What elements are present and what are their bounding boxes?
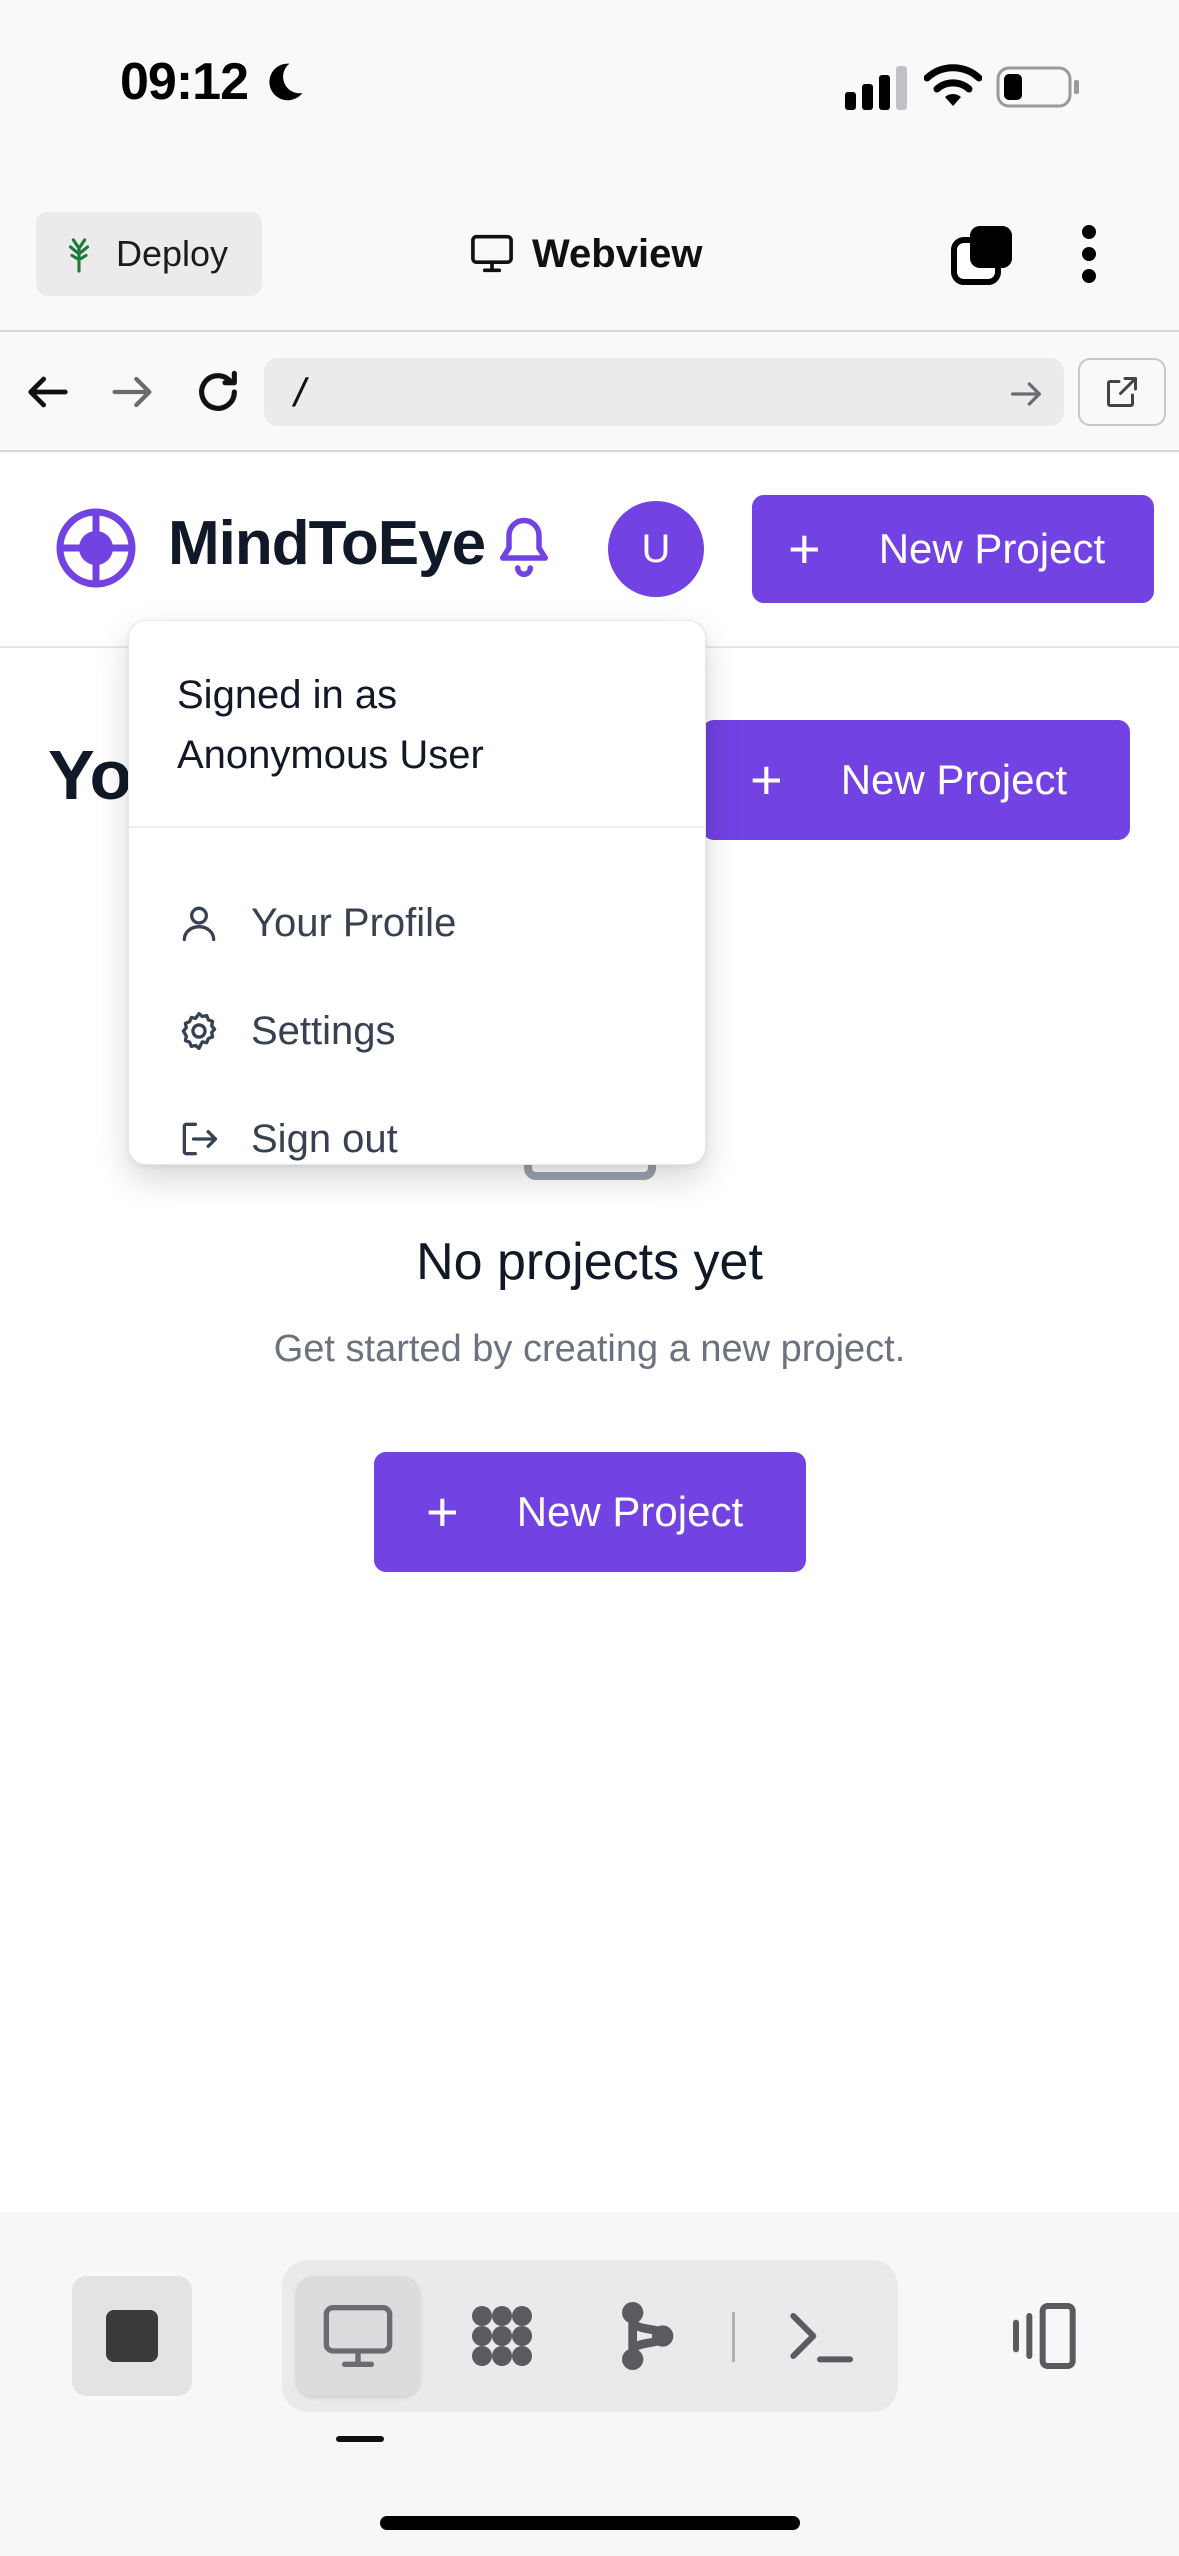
external-link-icon bbox=[1107, 377, 1137, 407]
brand-name[interactable]: MindToEye bbox=[168, 508, 486, 579]
user-dropdown-menu: Signed in as Anonymous User Your Profile… bbox=[128, 620, 706, 1165]
menu-item-sign-out[interactable]: Sign out bbox=[177, 1101, 398, 1177]
tabs-icon[interactable] bbox=[950, 222, 1016, 286]
git-branch-icon[interactable] bbox=[606, 2296, 686, 2376]
device-layout-icon[interactable] bbox=[1006, 2296, 1086, 2376]
shell-icon[interactable] bbox=[780, 2296, 860, 2376]
page-title: Yo bbox=[48, 736, 133, 814]
stop-icon bbox=[106, 2310, 158, 2362]
open-external-button[interactable] bbox=[1078, 358, 1166, 426]
back-arrow-icon[interactable] bbox=[22, 366, 74, 418]
content-new-project-button[interactable]: + New Project bbox=[702, 720, 1130, 840]
more-vertical-icon[interactable] bbox=[1075, 222, 1103, 286]
menu-item-settings[interactable]: Settings bbox=[177, 993, 396, 1069]
plus-icon: + bbox=[750, 748, 783, 811]
empty-state-subtitle: Get started by creating a new project. bbox=[273, 1328, 906, 1370]
reload-icon[interactable] bbox=[190, 364, 246, 420]
battery-icon bbox=[996, 66, 1079, 108]
webview-title: Webview bbox=[470, 226, 702, 282]
menu-item-label: Sign out bbox=[251, 1116, 398, 1161]
plus-icon: + bbox=[788, 517, 821, 580]
menu-item-label: Settings bbox=[251, 1008, 396, 1053]
deploy-button[interactable]: Deploy bbox=[36, 212, 262, 296]
forward-arrow-icon[interactable] bbox=[106, 366, 158, 418]
webview-title-label: Webview bbox=[532, 231, 703, 276]
plus-icon: + bbox=[426, 1480, 459, 1543]
empty-state-title: No projects yet bbox=[416, 1233, 763, 1291]
tool-webview-button[interactable] bbox=[296, 2276, 420, 2396]
new-project-label: New Project bbox=[878, 525, 1106, 572]
active-tab-indicator bbox=[336, 2436, 384, 2442]
sign-out-icon bbox=[182, 1122, 218, 1156]
menu-item-label: Your Profile bbox=[251, 900, 457, 945]
toolbar-separator bbox=[732, 2312, 735, 2362]
monitor-icon bbox=[323, 2305, 393, 2367]
logo-crosshair-icon[interactable] bbox=[54, 506, 138, 590]
signed-in-label: Signed in as bbox=[177, 673, 398, 717]
home-indicator bbox=[380, 2516, 800, 2530]
menu-item-your-profile[interactable]: Your Profile bbox=[177, 885, 456, 961]
notification-bell-icon[interactable] bbox=[494, 512, 554, 584]
url-go-arrow-icon[interactable] bbox=[1006, 374, 1046, 414]
status-time: 09:12 bbox=[120, 53, 249, 111]
user-avatar[interactable]: U bbox=[608, 501, 704, 597]
new-project-label: New Project bbox=[516, 1488, 744, 1535]
url-input[interactable]: / bbox=[264, 358, 1064, 426]
deploy-label: Deploy bbox=[116, 233, 229, 274]
deploy-icon bbox=[68, 238, 90, 273]
empty-new-project-button[interactable]: + New Project bbox=[374, 1452, 806, 1572]
user-icon bbox=[182, 906, 216, 942]
header-new-project-button[interactable]: + New Project bbox=[752, 495, 1154, 603]
new-project-label: New Project bbox=[840, 756, 1068, 803]
agent-icon[interactable] bbox=[462, 2296, 542, 2376]
cellular-signal-icon bbox=[845, 66, 907, 110]
moon-icon bbox=[269, 63, 303, 101]
signed-in-user-name: Anonymous User bbox=[177, 733, 484, 777]
gear-icon bbox=[181, 1011, 217, 1051]
monitor-icon bbox=[471, 234, 513, 273]
dropdown-divider bbox=[129, 826, 705, 828]
wifi-icon bbox=[924, 64, 982, 106]
stop-button[interactable] bbox=[72, 2276, 192, 2396]
